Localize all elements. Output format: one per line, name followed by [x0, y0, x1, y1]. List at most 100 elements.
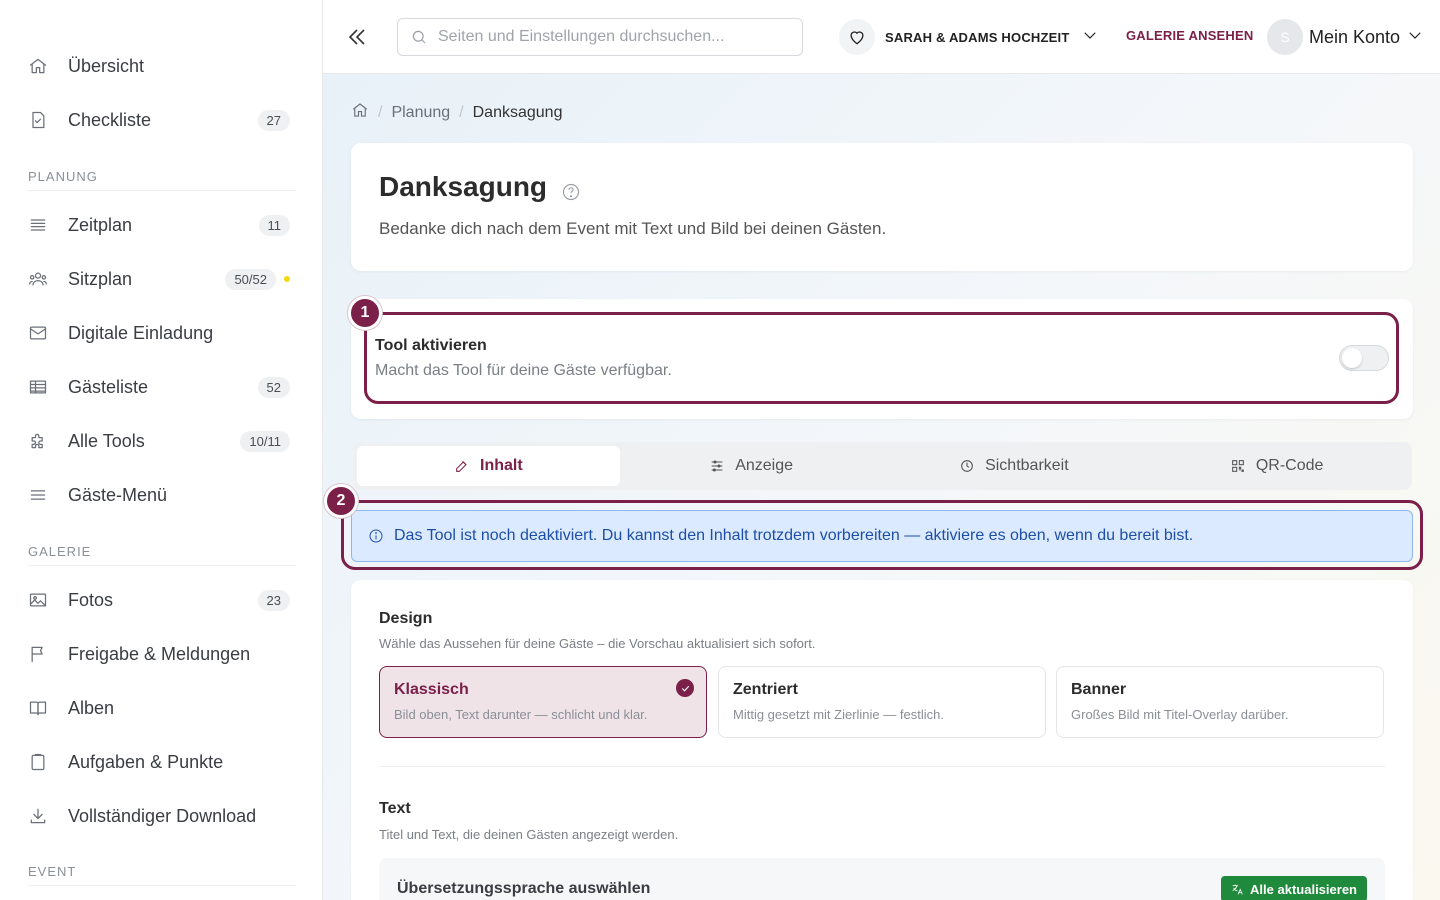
sidebar-item-uebersicht[interactable]: Übersicht — [28, 46, 296, 86]
activate-tool-toggle[interactable] — [1339, 345, 1389, 371]
count-badge: 52 — [257, 376, 290, 398]
sliders-icon — [711, 460, 723, 472]
translation-language-label: Übersetzungssprache auswählen — [397, 880, 651, 897]
sidebar-item-gaesteliste[interactable]: Gästeliste 52 — [28, 367, 296, 407]
design-title: Design — [379, 610, 433, 627]
menu-icon — [28, 485, 60, 505]
page-header-card: Danksagung Bedanke dich nach dem Event m… — [351, 143, 1413, 271]
sidebar-item-zeitplan[interactable]: Zeitplan 11 — [28, 205, 296, 245]
timeline-icon — [28, 215, 60, 235]
status-dot — [284, 276, 290, 282]
info-text: Das Tool ist noch deaktiviert. Du kannst… — [394, 527, 1194, 544]
sidebar-item-label: Alben — [68, 697, 115, 718]
sidebar-item-download[interactable]: Vollständiger Download — [28, 796, 296, 836]
toggle-knob — [1342, 348, 1362, 368]
book-icon — [28, 698, 60, 718]
event-name: SARAH & ADAMS HOCHZEIT — [885, 29, 1070, 45]
count-badge: 11 — [258, 214, 290, 236]
sidebar-item-label: Sitzplan — [68, 268, 133, 289]
design-option-banner[interactable]: Banner Großes Bild mit Titel-Overlay dar… — [1056, 666, 1384, 738]
count-badge: 50/52 — [225, 268, 276, 290]
collapse-sidebar-button[interactable] — [345, 25, 369, 49]
count-badge: 23 — [257, 589, 290, 611]
design-option-klassisch[interactable]: Klassisch Bild oben, Text darunter — sch… — [379, 666, 707, 738]
translation-language-row: Übersetzungssprache auswählen Alle aktua… — [379, 858, 1385, 900]
account-menu[interactable]: S Mein Konto — [1267, 19, 1424, 55]
breadcrumb-current: Danksagung — [472, 103, 563, 121]
count-badge: 27 — [257, 109, 290, 131]
sidebar-item-label: Gästeliste — [68, 376, 149, 397]
step-marker-1: 1 — [348, 296, 382, 330]
edit-icon — [456, 460, 467, 472]
main-content: / Planung / Danksagung Danksagung Bedank… — [323, 74, 1440, 900]
search-icon — [412, 30, 426, 44]
sidebar-item-label: Vollständiger Download — [68, 805, 257, 826]
tab-sichtbarkeit[interactable]: Sichtbarkeit — [883, 446, 1146, 486]
view-gallery-link[interactable]: GALERIE ANSEHEN — [1126, 28, 1253, 43]
section-heading-planung: PLANUNG — [28, 169, 296, 191]
avatar: S — [1267, 19, 1303, 55]
sidebar: Übersicht Checkliste 27 PLANUNG Zeitplan… — [0, 0, 323, 900]
section-heading-event: EVENT — [28, 864, 296, 886]
sidebar-item-alben[interactable]: Alben — [28, 688, 296, 728]
home-icon[interactable] — [351, 101, 369, 124]
chevron-down-icon — [1406, 26, 1424, 49]
sidebar-item-label: Alle Tools — [68, 430, 145, 451]
chevron-down-icon — [1081, 26, 1099, 49]
double-chevron-left-icon — [348, 29, 365, 45]
sidebar-item-alle-tools[interactable]: Alle Tools 10/11 — [28, 421, 296, 461]
count-badge: 10/11 — [240, 430, 290, 452]
tool-toggle-description: Macht das Tool für deine Gäste verfügbar… — [375, 362, 672, 379]
sidebar-item-label: Aufgaben & Punkte — [68, 751, 224, 772]
heart-icon — [839, 19, 875, 55]
sidebar-item-label: Checkliste — [68, 109, 152, 130]
tab-qr-code[interactable]: QR-Code — [1145, 446, 1408, 486]
design-card: Design Wähle das Aussehen für deine Gäst… — [351, 580, 1413, 900]
flag-icon — [28, 644, 60, 664]
sidebar-item-label: Digitale Einladung — [68, 322, 214, 343]
checklist-icon — [28, 110, 60, 130]
sidebar-item-label: Freigabe & Meldungen — [68, 643, 251, 664]
tab-bar: Inhalt Anzeige Sichtbarkeit QR-Code — [353, 442, 1412, 490]
text-section-title: Text — [379, 800, 411, 817]
sidebar-item-freigabe[interactable]: Freigabe & Meldungen — [28, 634, 296, 674]
sidebar-item-gaeste-menue[interactable]: Gäste-Menü — [28, 475, 296, 515]
sidebar-item-sitzplan[interactable]: Sitzplan 50/52 — [28, 259, 296, 299]
qr-code-icon — [1231, 460, 1244, 472]
sidebar-item-label: Zeitplan — [68, 214, 133, 235]
sidebar-item-fotos[interactable]: Fotos 23 — [28, 580, 296, 620]
page-title: Danksagung — [379, 171, 548, 202]
sidebar-item-label: Fotos — [68, 589, 114, 610]
search-input[interactable] — [438, 28, 778, 46]
clock-icon — [961, 460, 973, 472]
inactive-info-banner: Das Tool ist noch deaktiviert. Du kannst… — [351, 510, 1413, 562]
tool-activation-card: Tool aktivieren Macht das Tool für deine… — [351, 299, 1413, 419]
sidebar-item-checkliste[interactable]: Checkliste 27 — [28, 100, 296, 140]
event-selector[interactable]: SARAH & ADAMS HOCHZEIT — [839, 18, 1099, 56]
tab-anzeige[interactable]: Anzeige — [620, 446, 883, 486]
update-all-button[interactable]: Alle aktualisieren — [1221, 876, 1367, 900]
step-marker-2: 2 — [324, 484, 358, 518]
table-icon — [28, 377, 60, 397]
info-icon — [369, 529, 383, 543]
section-heading-galerie: GALERIE — [28, 544, 296, 566]
sidebar-item-digitale-einladung[interactable]: Digitale Einladung — [28, 313, 296, 353]
breadcrumb: / Planung / Danksagung — [351, 101, 562, 124]
image-icon — [28, 590, 60, 610]
design-option-zentriert[interactable]: Zentriert Mittig gesetzt mit Zierlinie —… — [718, 666, 1046, 738]
search-box — [397, 18, 803, 56]
users-icon — [28, 269, 60, 289]
clipboard-icon — [28, 752, 60, 772]
account-label: Mein Konto — [1309, 26, 1401, 47]
home-icon — [28, 56, 60, 76]
sidebar-item-aufgaben[interactable]: Aufgaben & Punkte — [28, 742, 296, 782]
page-subtitle: Bedanke dich nach dem Event mit Text und… — [379, 219, 887, 238]
puzzle-icon — [28, 431, 60, 451]
mail-icon — [28, 323, 60, 343]
tab-inhalt[interactable]: Inhalt — [357, 446, 620, 486]
breadcrumb-planung[interactable]: Planung — [391, 104, 450, 122]
help-icon[interactable] — [561, 177, 581, 201]
highlight-frame-1 — [364, 312, 1399, 404]
download-icon — [28, 806, 60, 826]
text-section-description: Titel und Text, die deinen Gästen angeze… — [379, 827, 679, 842]
